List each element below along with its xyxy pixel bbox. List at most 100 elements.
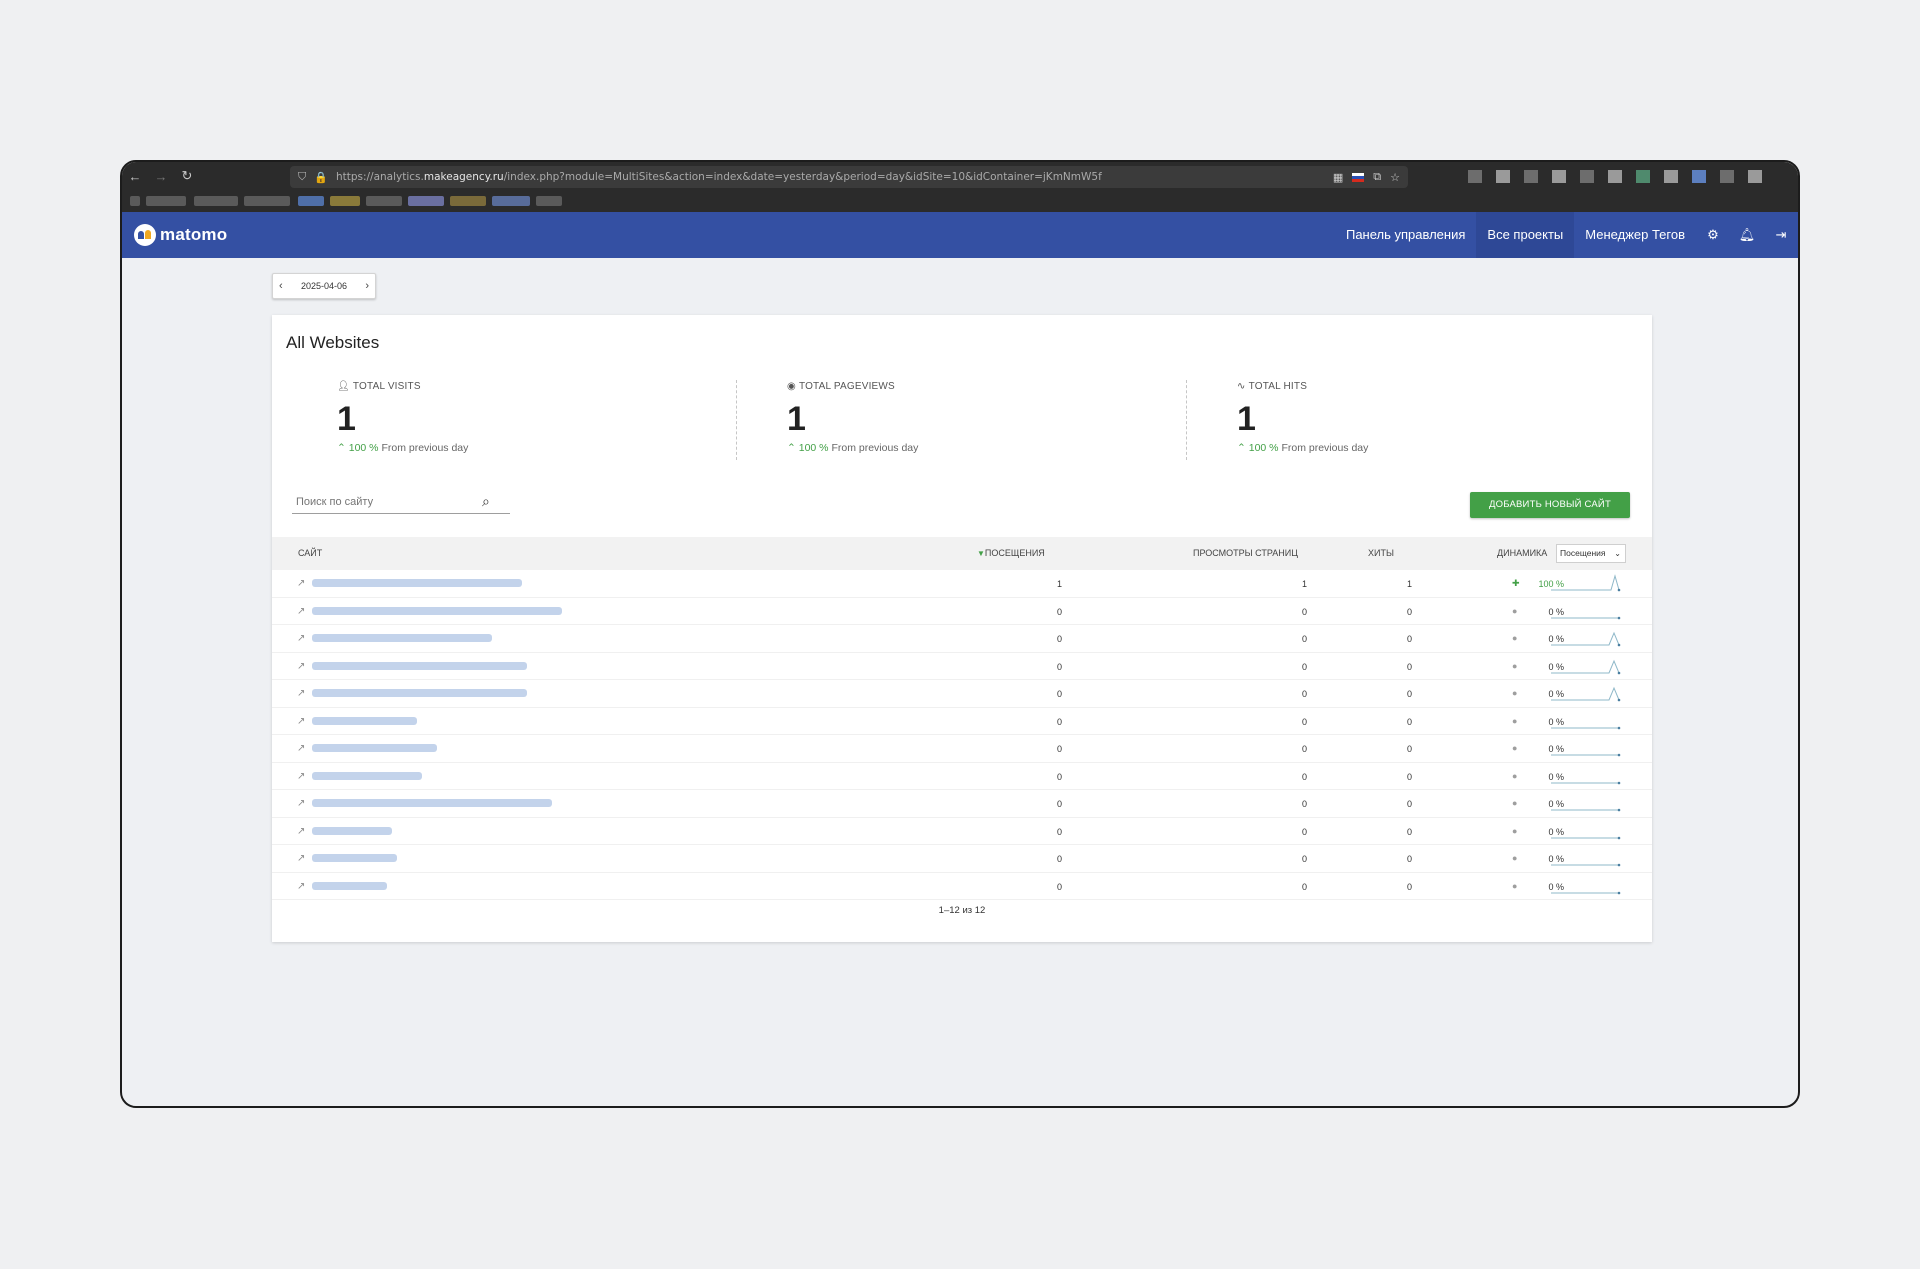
search-icon[interactable]: ⌕ [482,493,490,510]
extension-icon[interactable] [1636,170,1650,183]
logout-icon[interactable]: ⇥ [1764,227,1798,243]
bookmark-item[interactable] [130,196,140,206]
site-name-link[interactable] [312,854,397,862]
date-value[interactable]: 2025-04-06 [301,281,347,291]
column-pageviews[interactable]: ПРОСМОТРЫ СТРАНИЦ [1193,548,1298,558]
bookmark-item[interactable] [408,196,444,206]
sparkline [1551,659,1621,674]
site-name-link[interactable] [312,689,527,697]
table-row[interactable]: ↗ 0 0 0 ● 0 % [272,845,1652,873]
previous-period-icon[interactable]: ‹ [279,280,283,292]
table-row[interactable]: ↗ 0 0 0 ● 0 % [272,708,1652,735]
external-link-icon[interactable]: ↗ [297,798,305,809]
external-link-icon[interactable]: ↗ [297,853,305,864]
kpi-total-hits: ∿ TOTAL HITS 1 ⌃ 100 % From previous day [1237,381,1537,454]
search-input[interactable] [292,495,482,508]
extension-icon[interactable] [1748,170,1762,183]
extension-icon[interactable] [1552,170,1566,183]
site-name-link[interactable] [312,771,422,780]
external-link-icon[interactable]: ↗ [297,881,305,892]
forward-icon[interactable]: → [148,169,174,184]
language-flag-icon[interactable] [1352,172,1365,182]
url-path: /index.php?module=MultiSites&action=inde… [503,171,1102,183]
external-link-icon[interactable]: ↗ [297,771,305,782]
site-name-link[interactable] [312,826,392,835]
site-name-link[interactable] [312,661,527,670]
bookmark-item[interactable] [450,196,486,206]
extension-icon[interactable] [1720,170,1734,183]
bookmark-item[interactable] [330,196,360,206]
sparkline-endpoint [1617,836,1621,839]
sparkline [1551,753,1621,757]
menu-tag-manager[interactable]: Менеджер Тегов [1574,212,1696,258]
gear-icon[interactable]: ⚙ [1696,227,1730,243]
table-row[interactable]: ↗ 1 1 1 ✚ 100 % [272,570,1652,598]
bookmark-item[interactable] [492,196,530,206]
menu-dashboard[interactable]: Панель управления [1335,212,1476,258]
site-name-link[interactable] [312,716,417,725]
visits-value: 0 [1056,606,1062,617]
external-link-icon[interactable]: ↗ [297,606,305,617]
table-row[interactable]: ↗ 0 0 0 ● 0 % [272,680,1652,708]
site-name-link[interactable] [312,579,522,587]
hits-value: 0 [1406,826,1412,837]
extension-icon[interactable] [1524,170,1538,183]
address-bar[interactable]: ⛉ 🔒 https://analytics. makeagency.ru/inde… [290,166,1408,188]
matomo-logo[interactable]: matomo [134,224,227,246]
trend-neutral-icon: ● [1512,743,1518,753]
external-link-icon[interactable]: ↗ [297,688,305,699]
table-row[interactable]: ↗ 0 0 0 ● 0 % [272,790,1652,818]
site-name-link[interactable] [312,634,492,642]
translate-icon[interactable]: ⧉ [1373,170,1381,184]
back-icon[interactable]: ← [122,169,148,184]
kpi-divider [1186,380,1187,460]
bookmark-item[interactable] [298,196,324,206]
site-name-link[interactable] [312,881,387,890]
external-link-icon[interactable]: ↗ [297,633,305,644]
table-row[interactable]: ↗ 0 0 0 ● 0 % [272,653,1652,680]
external-link-icon[interactable]: ↗ [297,826,305,837]
site-search: ⌕ [292,490,510,514]
external-link-icon[interactable]: ↗ [297,578,305,589]
pageviews-value: 0 [1301,854,1307,864]
add-website-button[interactable]: ДОБАВИТЬ НОВЫЙ САЙТ [1470,492,1630,518]
external-link-icon[interactable]: ↗ [297,716,305,727]
table-row[interactable]: ↗ 0 0 0 ● 0 % [272,763,1652,790]
evolution-metric-select[interactable]: Посещения ⌄ [1556,544,1626,563]
bookmark-item[interactable] [536,196,562,206]
bookmark-item[interactable] [244,196,290,206]
external-link-icon[interactable]: ↗ [297,661,305,672]
trend-up-icon: ⌃ [337,442,346,454]
site-name-link[interactable] [312,606,562,615]
next-period-icon[interactable]: › [365,280,369,292]
site-name-link[interactable] [312,744,437,752]
table-row[interactable]: ↗ 0 0 0 ● 0 % [272,598,1652,625]
table-row[interactable]: ↗ 0 0 0 ● 0 % [272,818,1652,845]
column-site[interactable]: САЙТ [298,548,322,558]
bell-icon[interactable]: 🔔︎ [1730,227,1764,243]
table-row[interactable]: ↗ 0 0 0 ● 0 % [272,873,1652,900]
hits-value: 0 [1406,744,1412,754]
column-visits-sorted[interactable]: ▼ПОСЕЩЕНИЯ [977,548,1045,558]
bookmark-item[interactable] [366,196,402,206]
extension-icon[interactable] [1580,170,1594,183]
sparkline [1551,574,1621,592]
external-link-icon[interactable]: ↗ [297,743,305,754]
bookmark-item[interactable] [194,196,238,206]
sparkline [1551,631,1621,647]
qr-code-icon[interactable]: ▦ [1333,171,1343,184]
extension-icon[interactable] [1468,170,1482,183]
extension-icon[interactable] [1692,170,1706,183]
site-name-link[interactable] [312,799,552,807]
menu-all-websites[interactable]: Все проекты [1476,212,1575,258]
bookmark-item[interactable] [146,196,186,206]
table-row[interactable]: ↗ 0 0 0 ● 0 % [272,735,1652,763]
column-hits[interactable]: ХИТЫ [1368,548,1394,558]
reload-icon[interactable]: ↻ [174,168,200,184]
extension-icon[interactable] [1664,170,1678,183]
table-row[interactable]: ↗ 0 0 0 ● 0 % [272,625,1652,653]
bookmark-star-icon[interactable]: ☆ [1390,171,1400,184]
date-selector[interactable]: ‹ 2025-04-06 › [272,273,376,299]
extension-icon[interactable] [1608,170,1622,183]
extension-icon[interactable] [1496,170,1510,183]
